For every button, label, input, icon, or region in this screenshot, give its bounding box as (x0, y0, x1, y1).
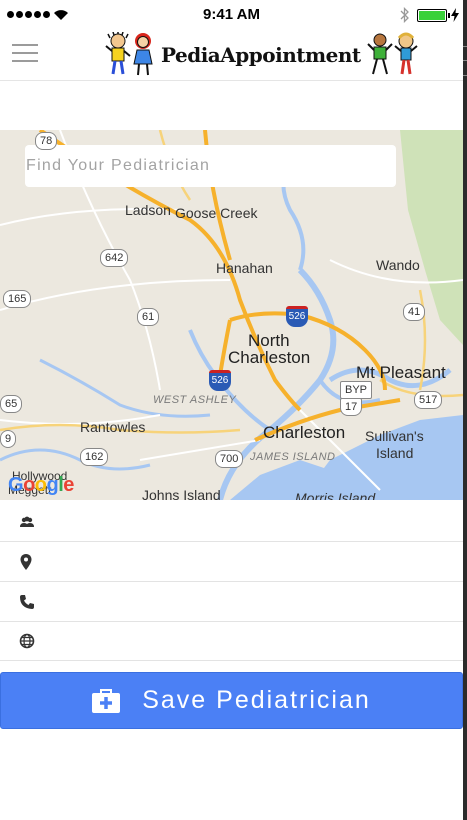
map-label: Wando (376, 257, 420, 273)
kid-yellow-icon (105, 32, 131, 78)
group-icon (20, 516, 34, 527)
route-shield: 17 (340, 398, 363, 416)
medkit-icon (92, 688, 121, 713)
app-title: PediaAppointment (161, 43, 361, 67)
map-label: Charleston (228, 348, 311, 367)
map-label: Johns Island (142, 487, 221, 500)
bluetooth-icon (400, 7, 409, 23)
route-shield: 642 (100, 249, 129, 267)
kid-green-icon (366, 32, 393, 78)
kid-red-hair-icon (131, 32, 155, 78)
route-shield: 165 (3, 290, 32, 308)
map-marker-icon (20, 554, 32, 570)
battery-icon (417, 9, 450, 22)
hamburger-menu-icon[interactable] (12, 44, 38, 64)
map-label: Sullivan's (365, 428, 424, 444)
map-label: Ladson (125, 202, 171, 218)
screen-edge (463, 0, 467, 820)
status-bar: 9:41 AM (0, 0, 463, 30)
route-shield: 700 (215, 450, 244, 468)
map-label: Mt Pleasant (356, 363, 446, 382)
map-view[interactable]: Ladson Goose Creek Hanahan Wando North C… (0, 130, 463, 500)
address-row[interactable] (0, 542, 463, 582)
route-shield: BYP (340, 381, 373, 399)
save-button-label: Save Pediatrician (142, 686, 371, 714)
pediatrician-name-row[interactable] (0, 502, 463, 542)
route-shield: 41 (403, 303, 426, 321)
map-label: Hanahan (216, 260, 273, 276)
interstate-shield: 526 (209, 370, 231, 391)
charging-icon (451, 8, 459, 22)
map-label: Island (376, 445, 414, 461)
map-label: Goose Creek (175, 205, 258, 221)
route-shield: 9 (0, 430, 17, 448)
search-input[interactable] (25, 145, 396, 187)
google-logo: Google (8, 474, 74, 496)
route-shield: 78 (35, 132, 58, 150)
route-shield: 517 (414, 391, 443, 409)
app-header: PediaAppointment (0, 30, 463, 81)
globe-icon (19, 633, 35, 649)
save-pediatrician-button[interactable]: Save Pediatrician (0, 672, 463, 729)
map-label: Charleston (263, 423, 346, 442)
map-label: JAMES ISLAND (250, 451, 336, 463)
kid-blue-icon (393, 32, 419, 78)
map-label: Rantowles (80, 419, 146, 435)
route-shield: 65 (0, 395, 23, 413)
map-label: Morris Island (295, 490, 376, 500)
map-label: WEST ASHLEY (153, 394, 237, 406)
phone-icon (20, 595, 34, 609)
route-shield: 61 (137, 308, 160, 326)
route-shield: 162 (80, 448, 109, 466)
pediatrician-search[interactable] (25, 145, 396, 187)
status-time: 9:41 AM (203, 6, 260, 23)
interstate-shield: 526 (286, 306, 308, 327)
website-row[interactable] (0, 621, 463, 661)
app-logo: PediaAppointment (105, 30, 419, 80)
phone-row[interactable] (0, 582, 463, 622)
